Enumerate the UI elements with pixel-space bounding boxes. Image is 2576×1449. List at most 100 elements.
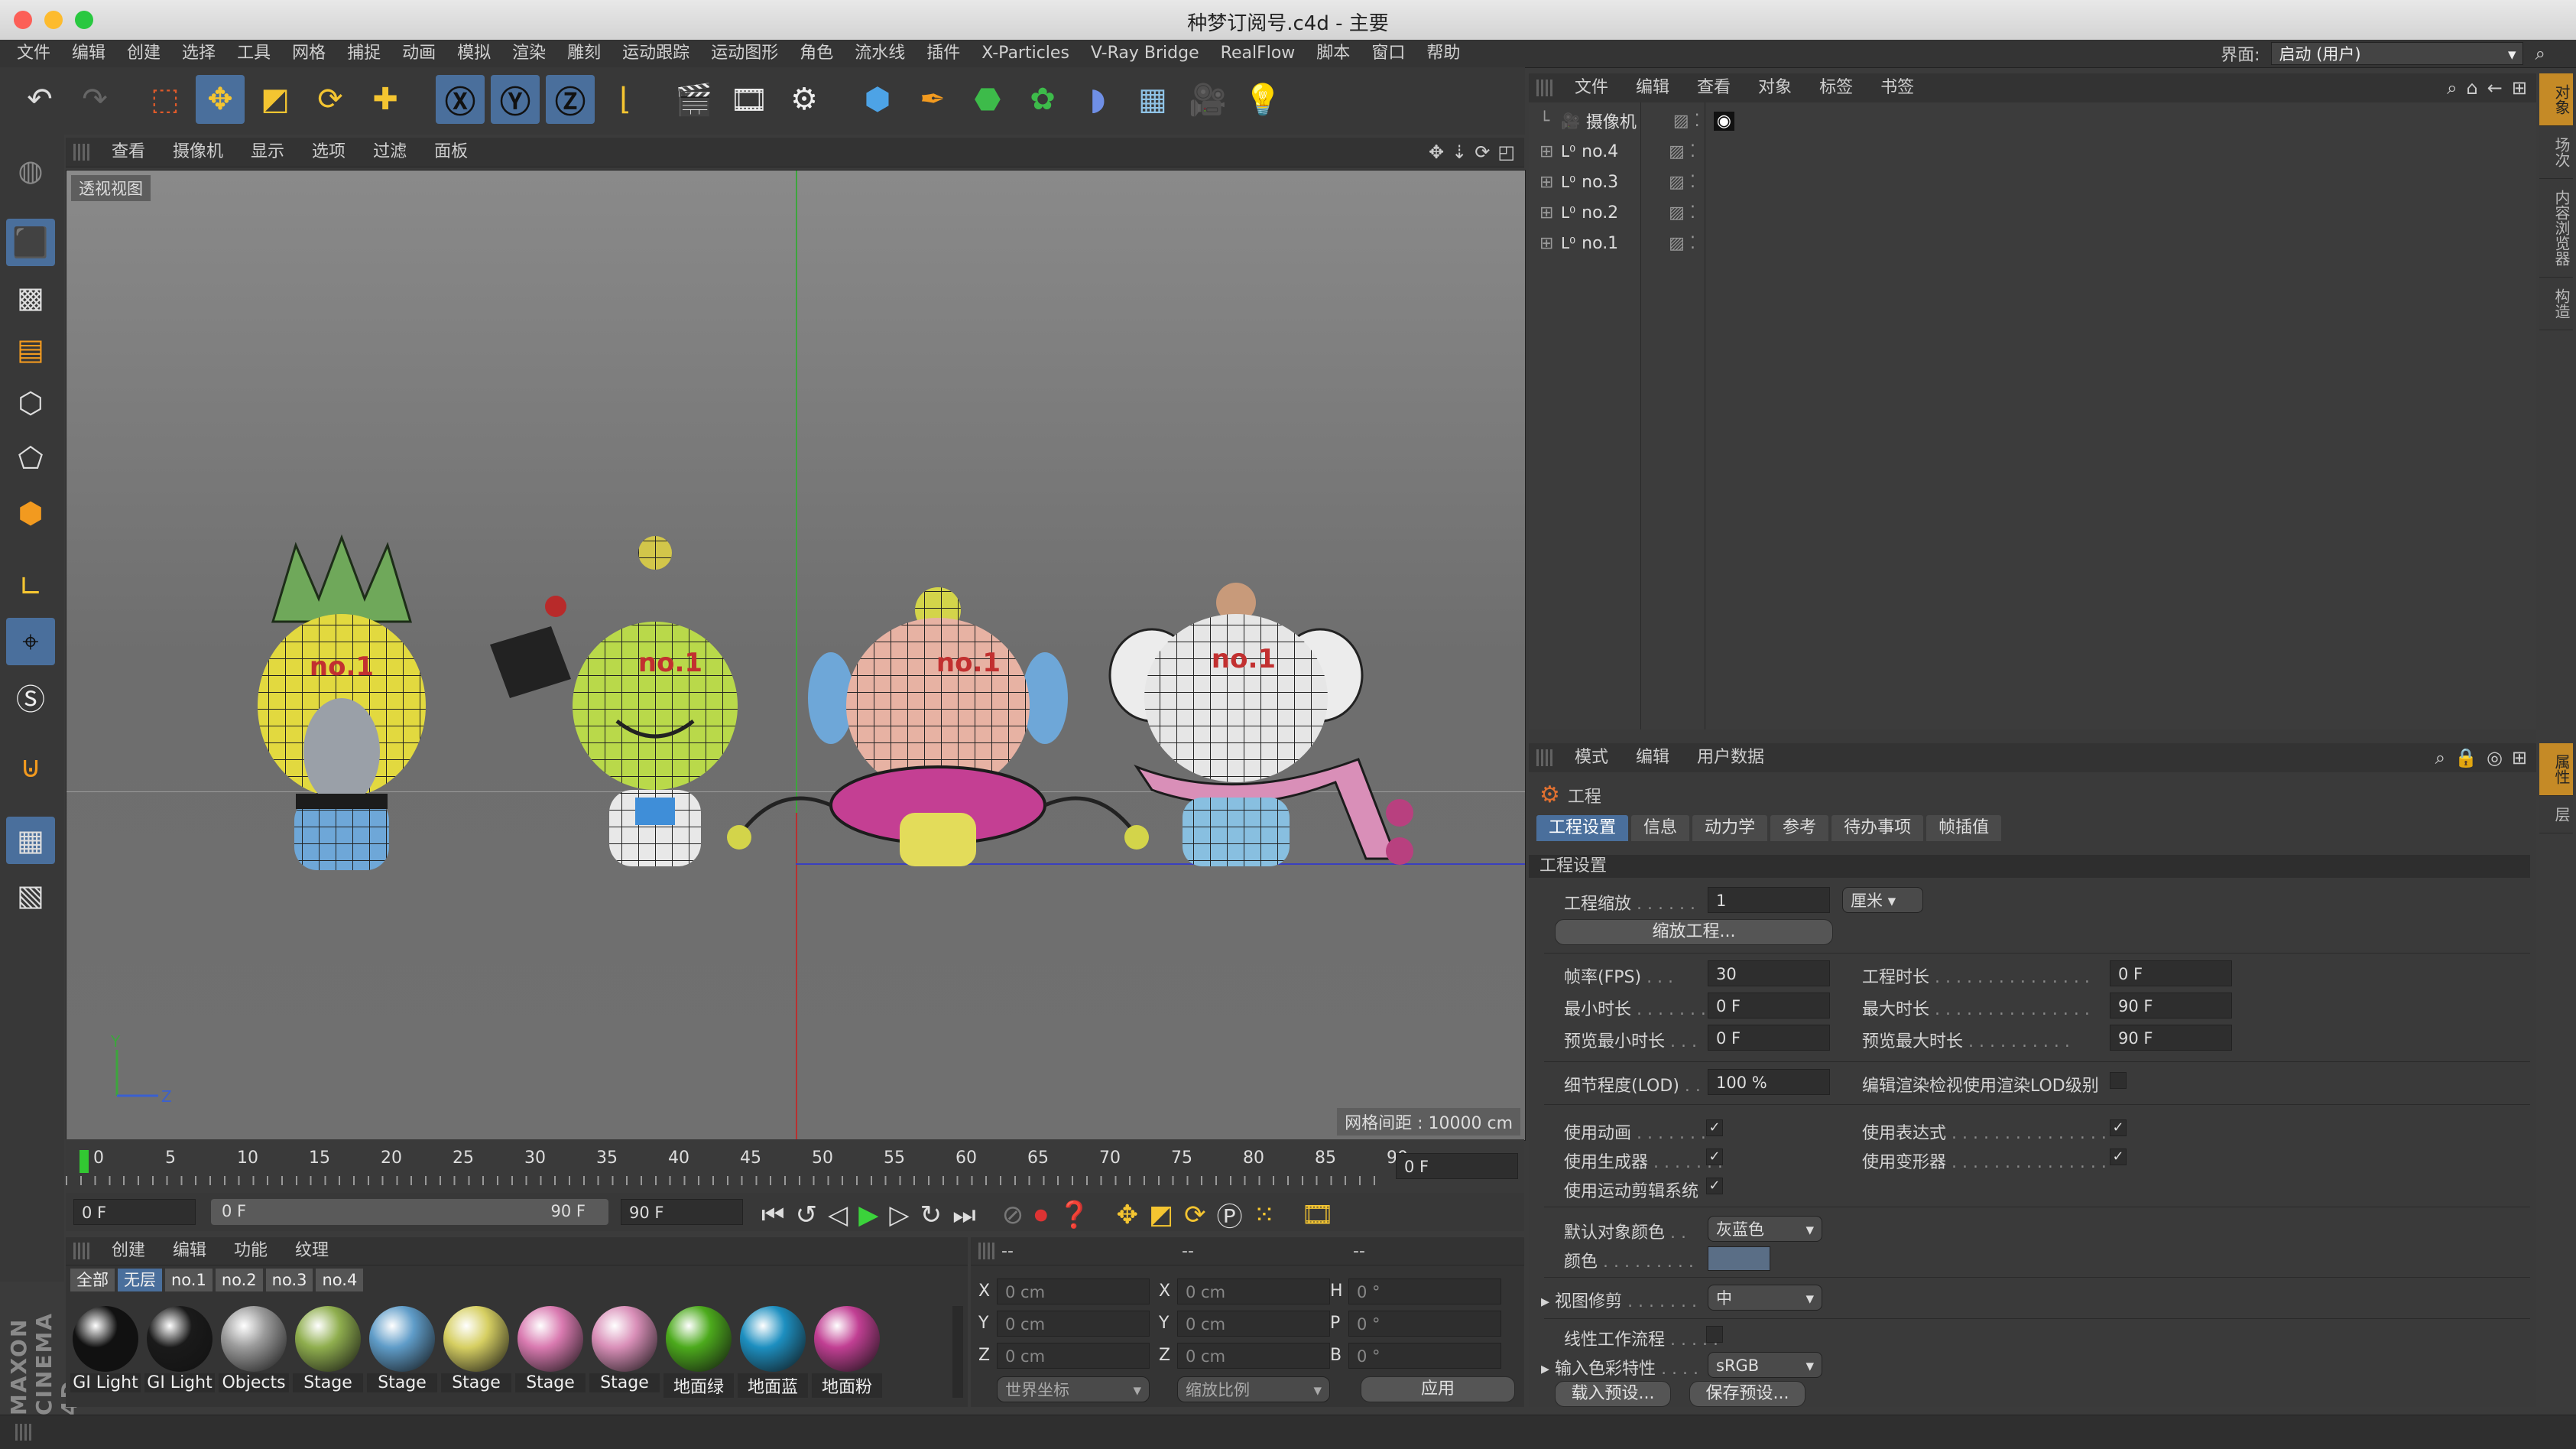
menu-item[interactable]: 文件 [6, 40, 61, 67]
attribute-tab[interactable]: 帧插值 [1926, 815, 2002, 841]
start-frame-field[interactable]: 0 F [73, 1199, 196, 1225]
search-icon[interactable]: ⌕ [2447, 77, 2457, 99]
floor-icon[interactable]: ▦ [1128, 75, 1177, 124]
material-filter-tab[interactable]: no.3 [265, 1269, 313, 1291]
key-position-icon[interactable]: ✥ [1117, 1200, 1139, 1230]
menu-item[interactable]: X-Particles [971, 40, 1080, 67]
menu-item[interactable]: 工具 [226, 40, 281, 67]
menu-item[interactable]: 脚本 [1306, 40, 1361, 67]
preview-range-slider[interactable]: 0 F 90 F [211, 1199, 608, 1225]
side-tab[interactable]: 构造 [2539, 278, 2573, 330]
attribute-tab[interactable]: 工程设置 [1536, 815, 1629, 841]
material-swatch[interactable]: GI Light [144, 1306, 215, 1392]
input-color-profile-select[interactable]: sRGB ▾ [1708, 1352, 1822, 1378]
render-lod-checkbox[interactable] [2110, 1072, 2127, 1089]
visibility-toggle-icon[interactable]: ▨ ⁚ [1669, 142, 1695, 161]
character-spotted-dog[interactable]: no.1 [1108, 583, 1413, 866]
redo-icon[interactable]: ↷ [70, 75, 119, 124]
menu-item[interactable]: 网格 [281, 40, 336, 67]
key-scale-icon[interactable]: ◩ [1149, 1200, 1173, 1230]
character-pink-ring[interactable]: no.1 [727, 587, 1149, 866]
object-row[interactable]: ⊞ L⁰ no.4 ▨ ⁚ [1539, 136, 2533, 167]
axis-mode-icon[interactable]: ∟ [6, 563, 55, 610]
material-menu-item[interactable]: 纹理 [281, 1236, 342, 1265]
go-to-end-icon[interactable]: ⏭ [952, 1200, 976, 1230]
coord-value-field[interactable]: 0 cm [997, 1311, 1150, 1337]
model-mode-icon[interactable]: ⬛ [6, 219, 55, 266]
recent-tool-icon[interactable]: ✚ [361, 75, 410, 124]
key-pla-icon[interactable]: ⁙ [1254, 1200, 1276, 1230]
material-filter-tab[interactable]: 全部 [70, 1269, 115, 1291]
menu-item[interactable]: 流水线 [844, 40, 916, 67]
play-icon[interactable]: ▶ [858, 1200, 878, 1230]
workplane-mode-icon[interactable]: ▤ [6, 326, 55, 373]
linear-workflow-checkbox[interactable] [1706, 1326, 1723, 1343]
attribute-tab[interactable]: 待办事项 [1831, 815, 1924, 841]
next-key-icon[interactable]: ↻ [920, 1200, 942, 1230]
move-tool-icon[interactable]: ✥ [196, 75, 245, 124]
material-filter-tab[interactable]: 无层 [118, 1269, 162, 1291]
undo-icon[interactable]: ↶ [15, 75, 64, 124]
viewport-menu-item[interactable]: 显示 [237, 138, 298, 167]
coord-value-field[interactable]: 0 cm [997, 1343, 1150, 1369]
menu-item[interactable]: 插件 [916, 40, 971, 67]
scale-project-button[interactable]: 缩放工程... [1555, 919, 1833, 945]
material-swatch[interactable]: Objects [219, 1306, 289, 1392]
object-menu-item[interactable]: 对象 [1744, 73, 1805, 102]
visibility-toggle-icon[interactable]: ▨ ⁚ [1669, 203, 1695, 223]
object-row[interactable]: ⊞ L⁰ no.3 ▨ ⁚ [1539, 167, 2533, 197]
attribute-tab[interactable]: 动力学 [1692, 815, 1768, 841]
magnet-icon[interactable]: ⊍ [6, 743, 55, 791]
attribute-tab[interactable]: 参考 [1770, 815, 1829, 841]
cloner-icon[interactable]: ✿ [1018, 75, 1067, 124]
menu-item[interactable]: RealFlow [1210, 40, 1306, 67]
coord-value-field[interactable]: 0 cm [1177, 1278, 1330, 1304]
perspective-viewport[interactable]: 透视视图 no.1 no.1 no.1 no.1 Y Z 网格间距: 1000… [66, 170, 1526, 1141]
project-scale-field[interactable]: 1 [1708, 887, 1830, 913]
coord-value-field[interactable]: 0 ° [1348, 1343, 1501, 1369]
locked-workplane-icon[interactable]: ▧ [6, 872, 55, 919]
y-axis-lock-icon[interactable]: Ⓨ [491, 75, 540, 124]
menu-item[interactable]: 动画 [391, 40, 446, 67]
save-preset-button[interactable]: 保存预设... [1689, 1381, 1805, 1407]
menu-item[interactable]: 选择 [171, 40, 226, 67]
object-menu-item[interactable]: 查看 [1683, 73, 1744, 102]
material-swatch[interactable]: 地面绿 [663, 1306, 734, 1398]
viewport-menu-item[interactable]: 选项 [298, 138, 359, 167]
timeline-ruler[interactable]: 051015202530354045505560657075808590 0 F [66, 1139, 1524, 1193]
menu-item[interactable]: 帮助 [1416, 40, 1471, 67]
default-object-color-select[interactable]: 灰蓝色 ▾ [1708, 1216, 1822, 1242]
material-menu-item[interactable]: 编辑 [159, 1236, 220, 1265]
next-frame-icon[interactable]: ▷ [889, 1200, 909, 1230]
load-preset-button[interactable]: 载入预设... [1555, 1381, 1671, 1407]
material-swatch[interactable]: Stage [441, 1306, 511, 1392]
coordinate-space-select[interactable]: 世界坐标 ▾ [997, 1376, 1150, 1402]
use-animation-checkbox[interactable]: ✓ [1706, 1119, 1723, 1136]
texture-mode-icon[interactable]: ▩ [6, 274, 55, 321]
key-rotation-icon[interactable]: ⟳ [1184, 1200, 1206, 1230]
visibility-toggle-icon[interactable]: ▨ ⁚ [1669, 234, 1695, 253]
side-tab[interactable]: 层 [2539, 796, 2573, 833]
record-keys-icon[interactable]: ⏺ [1034, 1200, 1047, 1230]
viewport-menu-item[interactable]: 摄像机 [159, 138, 237, 167]
visibility-toggle-icon[interactable]: ▨ ⁚ [1673, 112, 1700, 131]
subdivision-icon[interactable]: ⬣ [963, 75, 1012, 124]
side-tab[interactable]: 属性 [2539, 743, 2573, 796]
material-filter-tab[interactable]: no.2 [215, 1269, 263, 1291]
material-swatch[interactable]: 地面粉 [812, 1306, 882, 1398]
apply-button[interactable]: 应用 [1361, 1376, 1515, 1402]
object-menu-item[interactable]: 文件 [1561, 73, 1622, 102]
new-panel-icon[interactable]: ⊞ [2512, 77, 2527, 99]
record-disabled-icon[interactable]: ⊘ [1002, 1200, 1024, 1230]
preview-max-field[interactable]: 90 F [2110, 1025, 2232, 1051]
orbit-view-icon[interactable]: ⟳ [1475, 141, 1490, 163]
max-time-field[interactable]: 90 F [2110, 993, 2232, 1019]
polygons-mode-icon[interactable]: ⬢ [6, 489, 55, 537]
target-icon[interactable]: ◎ [2487, 747, 2503, 768]
search-icon[interactable]: ⌕ [2435, 747, 2445, 768]
attribute-menu-item[interactable]: 编辑 [1622, 743, 1683, 772]
character-green-flag[interactable]: no.1 [490, 536, 738, 866]
workplane-grid-icon[interactable]: ▦ [6, 817, 55, 864]
material-swatch[interactable]: Stage [589, 1306, 660, 1392]
render-picture-viewer-icon[interactable]: 🎞 [725, 75, 774, 124]
